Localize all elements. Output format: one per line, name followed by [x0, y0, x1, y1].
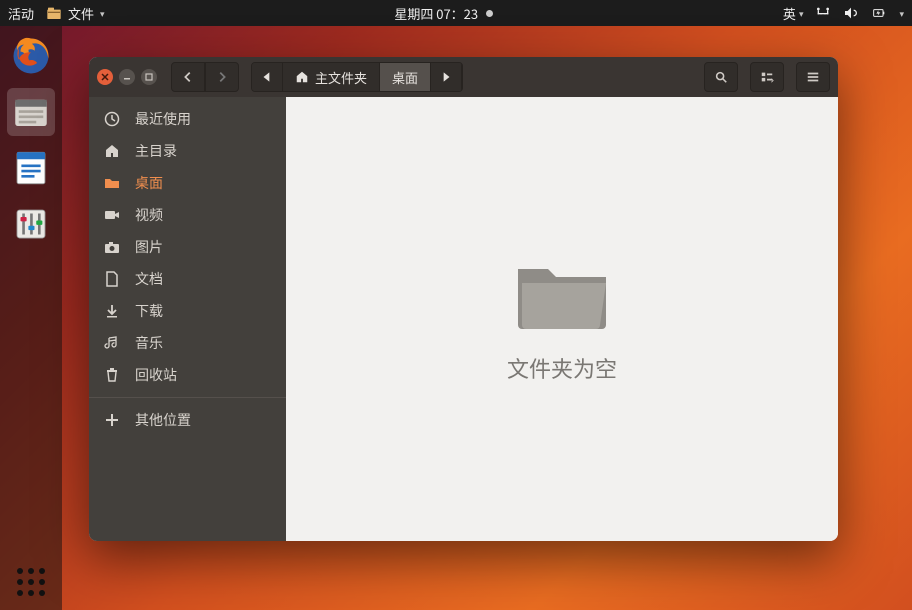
sidebar-item-label: 回收站 [135, 365, 177, 385]
close-icon [100, 72, 110, 82]
sidebar-item-label: 文档 [135, 269, 163, 289]
nav-forward-button[interactable] [205, 62, 239, 92]
sidebar-item-label: 下载 [135, 301, 163, 321]
files-app-icon [46, 5, 62, 21]
folder-icon [103, 175, 121, 191]
sidebar-item-videos[interactable]: 视频 [89, 199, 286, 231]
file-manager-icon [10, 91, 52, 133]
chevron-left-icon [181, 70, 195, 84]
nav-back-button[interactable] [171, 62, 205, 92]
file-manager-window: 主文件夹 桌面 最近使用 主目录 桌面 [89, 57, 838, 541]
path-crumb-current[interactable]: 桌面 [380, 63, 431, 91]
home-icon [103, 143, 121, 159]
sidebar-item-label: 音乐 [135, 333, 163, 353]
trash-icon [103, 367, 121, 383]
show-applications-button[interactable] [0, 568, 62, 596]
apps-grid-icon [17, 568, 45, 596]
content-pane[interactable]: 文件夹为空 [286, 97, 838, 541]
path-prev-button[interactable] [252, 63, 283, 91]
dock [0, 26, 62, 610]
ime-indicator[interactable]: 英 ▾ [783, 4, 804, 23]
path-crumb-home[interactable]: 主文件夹 [283, 63, 380, 91]
sidebar-item-label: 最近使用 [135, 109, 191, 129]
window-maximize-button[interactable] [141, 69, 157, 85]
sidebar-item-label: 主目录 [135, 141, 177, 161]
search-button[interactable] [704, 62, 738, 92]
clock-icon [103, 111, 121, 127]
empty-folder-label: 文件夹为空 [507, 352, 617, 384]
sidebar-item-label: 桌面 [135, 173, 163, 193]
sidebar-item-documents[interactable]: 文档 [89, 263, 286, 295]
hamburger-menu-button[interactable] [796, 62, 830, 92]
window-close-button[interactable] [97, 69, 113, 85]
dock-settings[interactable] [7, 200, 55, 248]
dock-files[interactable] [7, 88, 55, 136]
dock-writer[interactable] [7, 144, 55, 192]
view-list-icon [760, 70, 774, 84]
hamburger-icon [806, 70, 820, 84]
top-panel: 活动 文件 ▾ 星期四 07：23 英 ▾ ▾ [0, 0, 912, 26]
maximize-icon [144, 72, 154, 82]
camera-icon [103, 239, 121, 255]
path-bar: 主文件夹 桌面 [251, 62, 463, 92]
sidebar-item-label: 图片 [135, 237, 163, 257]
document-icon [103, 271, 121, 287]
dock-firefox[interactable] [7, 32, 55, 80]
sidebar-item-desktop[interactable]: 桌面 [89, 167, 286, 199]
sidebar-item-pictures[interactable]: 图片 [89, 231, 286, 263]
search-icon [714, 70, 728, 84]
sidebar-item-recent[interactable]: 最近使用 [89, 103, 286, 135]
view-options-button[interactable] [750, 62, 784, 92]
battery-icon[interactable] [871, 5, 887, 21]
sidebar-item-music[interactable]: 音乐 [89, 327, 286, 359]
notification-dot-icon [486, 10, 493, 17]
triangle-left-icon [260, 70, 274, 84]
plus-icon [103, 412, 121, 428]
titlebar[interactable]: 主文件夹 桌面 [89, 57, 838, 97]
sidebar: 最近使用 主目录 桌面 视频 图片 文档 [89, 97, 286, 541]
app-menu-label: 文件 [68, 4, 94, 23]
download-icon [103, 303, 121, 319]
firefox-icon [10, 35, 52, 77]
chevron-right-icon [215, 70, 229, 84]
video-icon [103, 207, 121, 223]
triangle-right-icon [439, 70, 453, 84]
sidebar-item-other-locations[interactable]: 其他位置 [89, 397, 286, 435]
path-next-button[interactable] [431, 63, 462, 91]
system-menu-chevron-icon[interactable]: ▾ [899, 7, 904, 20]
music-icon [103, 335, 121, 351]
chevron-down-icon: ▾ [799, 7, 804, 20]
empty-folder-icon [512, 255, 612, 338]
sidebar-item-label: 其他位置 [135, 410, 191, 430]
sidebar-item-trash[interactable]: 回收站 [89, 359, 286, 391]
activities-button[interactable]: 活动 [8, 4, 34, 23]
home-icon [295, 70, 309, 84]
writer-icon [10, 147, 52, 189]
minimize-icon [122, 72, 132, 82]
sidebar-item-home[interactable]: 主目录 [89, 135, 286, 167]
network-icon[interactable] [815, 5, 831, 21]
settings-panel-icon [10, 203, 52, 245]
chevron-down-icon: ▾ [100, 7, 105, 20]
sidebar-item-downloads[interactable]: 下载 [89, 295, 286, 327]
volume-icon[interactable] [843, 5, 859, 21]
sidebar-item-label: 视频 [135, 205, 163, 225]
window-minimize-button[interactable] [119, 69, 135, 85]
clock[interactable]: 星期四 07：23 [105, 4, 783, 23]
app-menu[interactable]: 文件 ▾ [46, 4, 105, 23]
